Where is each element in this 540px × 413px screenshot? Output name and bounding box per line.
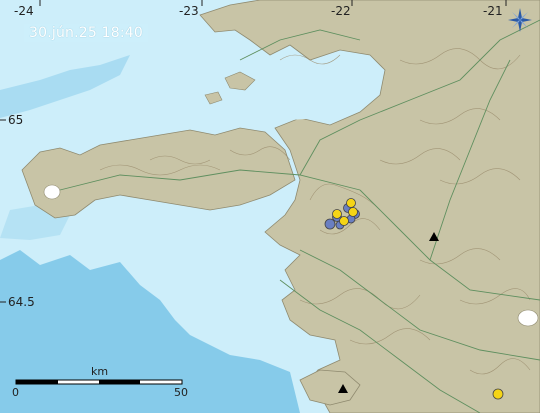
earthquake-map[interactable]: 30.jún.25 18:40 -24 -23 -22 -21 65 64.5 … xyxy=(0,0,540,413)
land-peninsula-west xyxy=(21,127,296,219)
map-canvas xyxy=(0,0,540,413)
earthquake-recent[interactable] xyxy=(348,207,358,217)
earthquake-recent[interactable] xyxy=(339,216,349,226)
glacier-snaefellsjokull xyxy=(43,184,61,200)
scale-start-label: 0 xyxy=(12,386,19,399)
scale-bar xyxy=(15,379,183,385)
glacier-east xyxy=(517,309,539,327)
earthquake-recent[interactable] xyxy=(332,209,342,219)
lon-label: -21 xyxy=(483,4,503,18)
earthquake-recent[interactable] xyxy=(492,388,504,400)
lon-label: -24 xyxy=(14,4,34,18)
island-cluster xyxy=(224,71,256,91)
earthquake-recent[interactable] xyxy=(346,198,356,208)
scale-unit-label: km xyxy=(91,365,109,378)
lat-label: 65 xyxy=(8,113,24,127)
lon-label: -22 xyxy=(331,4,351,18)
timestamp-label: 30.jún.25 18:40 xyxy=(24,24,148,42)
earthquake-older[interactable] xyxy=(324,218,336,230)
lon-label: -23 xyxy=(179,4,199,18)
deep-sea-channel xyxy=(0,55,130,118)
lat-label: 64.5 xyxy=(8,295,35,309)
scale-end-label: 50 xyxy=(174,386,188,399)
deep-sea-area xyxy=(0,250,300,413)
island-cluster-2 xyxy=(204,91,223,105)
compass-rose-icon xyxy=(506,6,534,34)
